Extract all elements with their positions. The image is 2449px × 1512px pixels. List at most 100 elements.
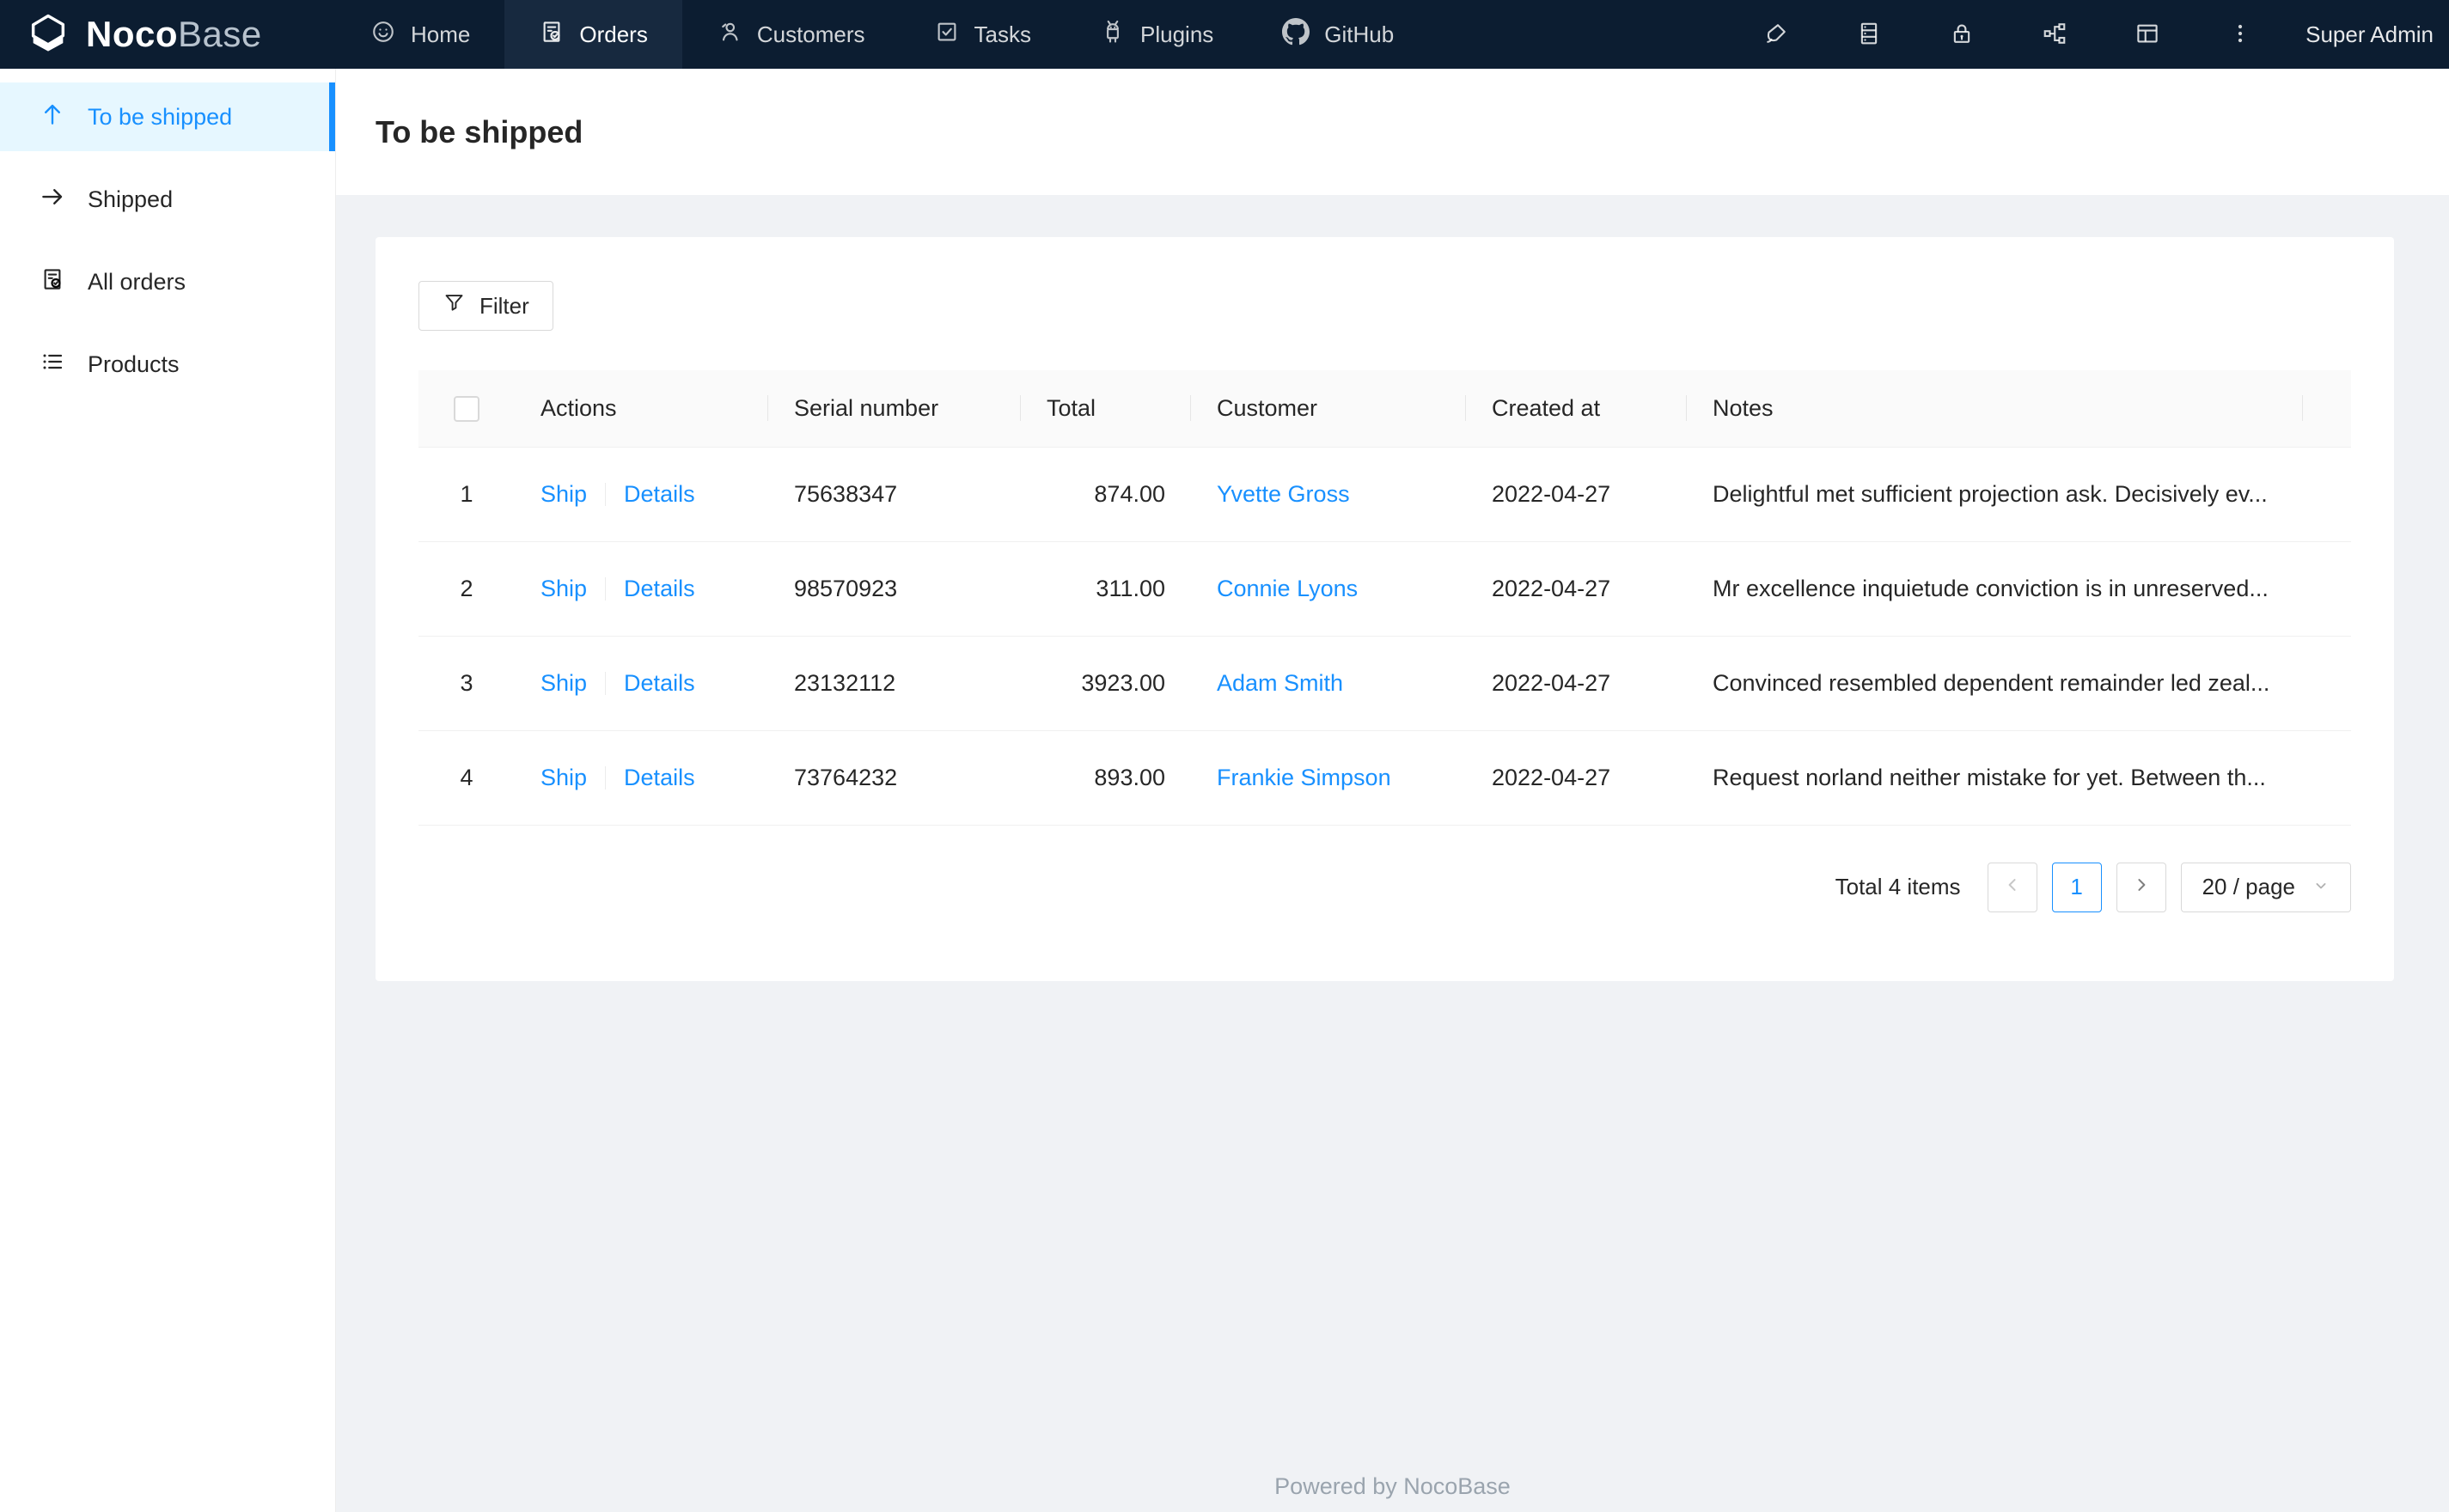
- cell-spacer: [2303, 636, 2351, 731]
- page-1-button[interactable]: 1: [2051, 862, 2102, 912]
- cell-total: 311.00: [1021, 541, 1191, 637]
- chevron-right-icon: [2132, 874, 2151, 900]
- nav-item-label: GitHub: [1324, 21, 1395, 47]
- cell-customer: Connie Lyons: [1191, 541, 1466, 637]
- next-page-button[interactable]: [2116, 862, 2166, 912]
- more-button[interactable]: [2194, 0, 2287, 69]
- nav-item-home[interactable]: Home: [336, 0, 504, 69]
- content-area: Filter Actions Serial number Total Custo…: [336, 195, 2449, 1512]
- cell-total: 3923.00: [1021, 636, 1191, 731]
- row-index: 3: [418, 636, 515, 731]
- table-row: 2 Ship Details 98570923 311.00 Connie Lyo…: [418, 541, 2351, 637]
- cell-created-at: 2022-04-27: [1466, 447, 1687, 542]
- nav-item-label: Home: [411, 21, 471, 47]
- page-size-select[interactable]: 20 / page: [2180, 862, 2351, 912]
- customer-link[interactable]: Frankie Simpson: [1217, 765, 1391, 790]
- cell-serial-number: 23132112: [768, 636, 1021, 731]
- nav-item-label: Tasks: [974, 21, 1031, 47]
- robot-icon: [1100, 19, 1126, 51]
- layout-template-button[interactable]: [2101, 0, 2194, 69]
- nav-item-tasks[interactable]: Tasks: [900, 0, 1066, 69]
- cell-total: 874.00: [1021, 447, 1191, 542]
- nav-item-label: Plugins: [1140, 21, 1214, 47]
- nocobase-logo-icon: [26, 10, 70, 59]
- nav-item-github[interactable]: GitHub: [1248, 0, 1428, 69]
- column-header-customer: Customer: [1191, 370, 1466, 448]
- arrow-right-icon: [40, 184, 65, 216]
- file-done-icon: [40, 266, 65, 298]
- powered-by-link[interactable]: Powered by NocoBase: [1274, 1473, 1511, 1499]
- previous-page-button[interactable]: [1987, 862, 2037, 912]
- sidebar-item-label: Products: [88, 351, 180, 377]
- layout-icon: [2134, 21, 2160, 49]
- customer-link[interactable]: Connie Lyons: [1217, 576, 1358, 601]
- pagination-total: Total 4 items: [1835, 874, 1961, 899]
- cell-spacer: [2303, 730, 2351, 826]
- cell-customer: Adam Smith: [1191, 636, 1466, 731]
- select-all-checkbox[interactable]: [454, 396, 479, 423]
- sidebar-item-shipped[interactable]: Shipped: [0, 165, 335, 234]
- user-icon: [717, 19, 742, 51]
- cell-customer: Frankie Simpson: [1191, 730, 1466, 826]
- file-done-icon: [539, 19, 565, 51]
- table-header-row: Actions Serial number Total Customer Cre…: [418, 370, 2351, 448]
- filter-button-label: Filter: [479, 292, 529, 319]
- github-icon: [1282, 17, 1310, 52]
- cell-serial-number: 73764232: [768, 730, 1021, 826]
- user-menu[interactable]: Super Admin: [2287, 21, 2449, 48]
- workflow-button[interactable]: [2008, 0, 2101, 69]
- highlight-pen-icon: [1763, 21, 1789, 49]
- sidebar-item-label: To be shipped: [88, 103, 233, 130]
- cell-serial-number: 98570923: [768, 541, 1021, 637]
- sidebar-item-label: All orders: [88, 268, 186, 295]
- sidebar-item-label: Shipped: [88, 186, 174, 212]
- ui-editor-button[interactable]: [1730, 0, 1823, 69]
- cell-serial-number: 75638347: [768, 447, 1021, 542]
- filter-button[interactable]: Filter: [418, 281, 553, 331]
- row-index: 2: [418, 541, 515, 637]
- chevron-down-icon: [2312, 874, 2330, 900]
- nav-toolbar: Super Admin: [1730, 0, 2449, 69]
- cell-notes: Convinced resembled dependent remainder …: [1687, 636, 2303, 731]
- customer-link[interactable]: Adam Smith: [1217, 670, 1343, 696]
- cell-notes: Request norland neither mistake for yet.…: [1687, 730, 2303, 826]
- nocobase-logo[interactable]: NocoBase: [0, 0, 336, 69]
- details-link[interactable]: Details: [624, 576, 695, 601]
- unordered-list-icon: [40, 349, 65, 381]
- details-link[interactable]: Details: [624, 481, 695, 507]
- select-all-cell: [418, 370, 515, 448]
- sidebar-item-all-orders[interactable]: All orders: [0, 247, 335, 316]
- permissions-button[interactable]: [1915, 0, 2008, 69]
- nav-item-orders[interactable]: Orders: [504, 0, 682, 69]
- row-index: 4: [418, 730, 515, 826]
- nav-item-plugins[interactable]: Plugins: [1066, 0, 1248, 69]
- lock-icon: [1949, 21, 1975, 49]
- database-icon: [1856, 21, 1882, 49]
- check-square-icon: [934, 19, 960, 51]
- orders-table: Actions Serial number Total Customer Cre…: [418, 370, 2351, 826]
- collections-button[interactable]: [1823, 0, 1915, 69]
- row-actions: Ship Details: [515, 447, 768, 542]
- column-header-created-at: Created at: [1466, 370, 1687, 448]
- ship-link[interactable]: Ship: [540, 670, 587, 696]
- details-link[interactable]: Details: [624, 670, 695, 696]
- column-header-actions: Actions: [515, 370, 768, 448]
- cell-created-at: 2022-04-27: [1466, 636, 1687, 731]
- cell-notes: Mr excellence inquietude conviction is i…: [1687, 541, 2303, 637]
- sidebar: To be shipped Shipped All orders Product…: [0, 69, 336, 1512]
- nav-item-customers[interactable]: Customers: [682, 0, 900, 69]
- ship-link[interactable]: Ship: [540, 481, 587, 507]
- cell-spacer: [2303, 541, 2351, 637]
- cell-created-at: 2022-04-27: [1466, 541, 1687, 637]
- customer-link[interactable]: Yvette Gross: [1217, 481, 1350, 507]
- sidebar-item-products[interactable]: Products: [0, 330, 335, 399]
- action-divider: [605, 576, 607, 601]
- pagination: Total 4 items 1 20 / page: [418, 862, 2351, 912]
- column-header-total: Total: [1021, 370, 1191, 448]
- ship-link[interactable]: Ship: [540, 765, 587, 790]
- sidebar-item-to-be-shipped[interactable]: To be shipped: [0, 82, 335, 151]
- table-row: 3 Ship Details 23132112 3923.00 Adam Smit…: [418, 636, 2351, 731]
- footer: Powered by NocoBase: [336, 1473, 2449, 1500]
- details-link[interactable]: Details: [624, 765, 695, 790]
- ship-link[interactable]: Ship: [540, 576, 587, 601]
